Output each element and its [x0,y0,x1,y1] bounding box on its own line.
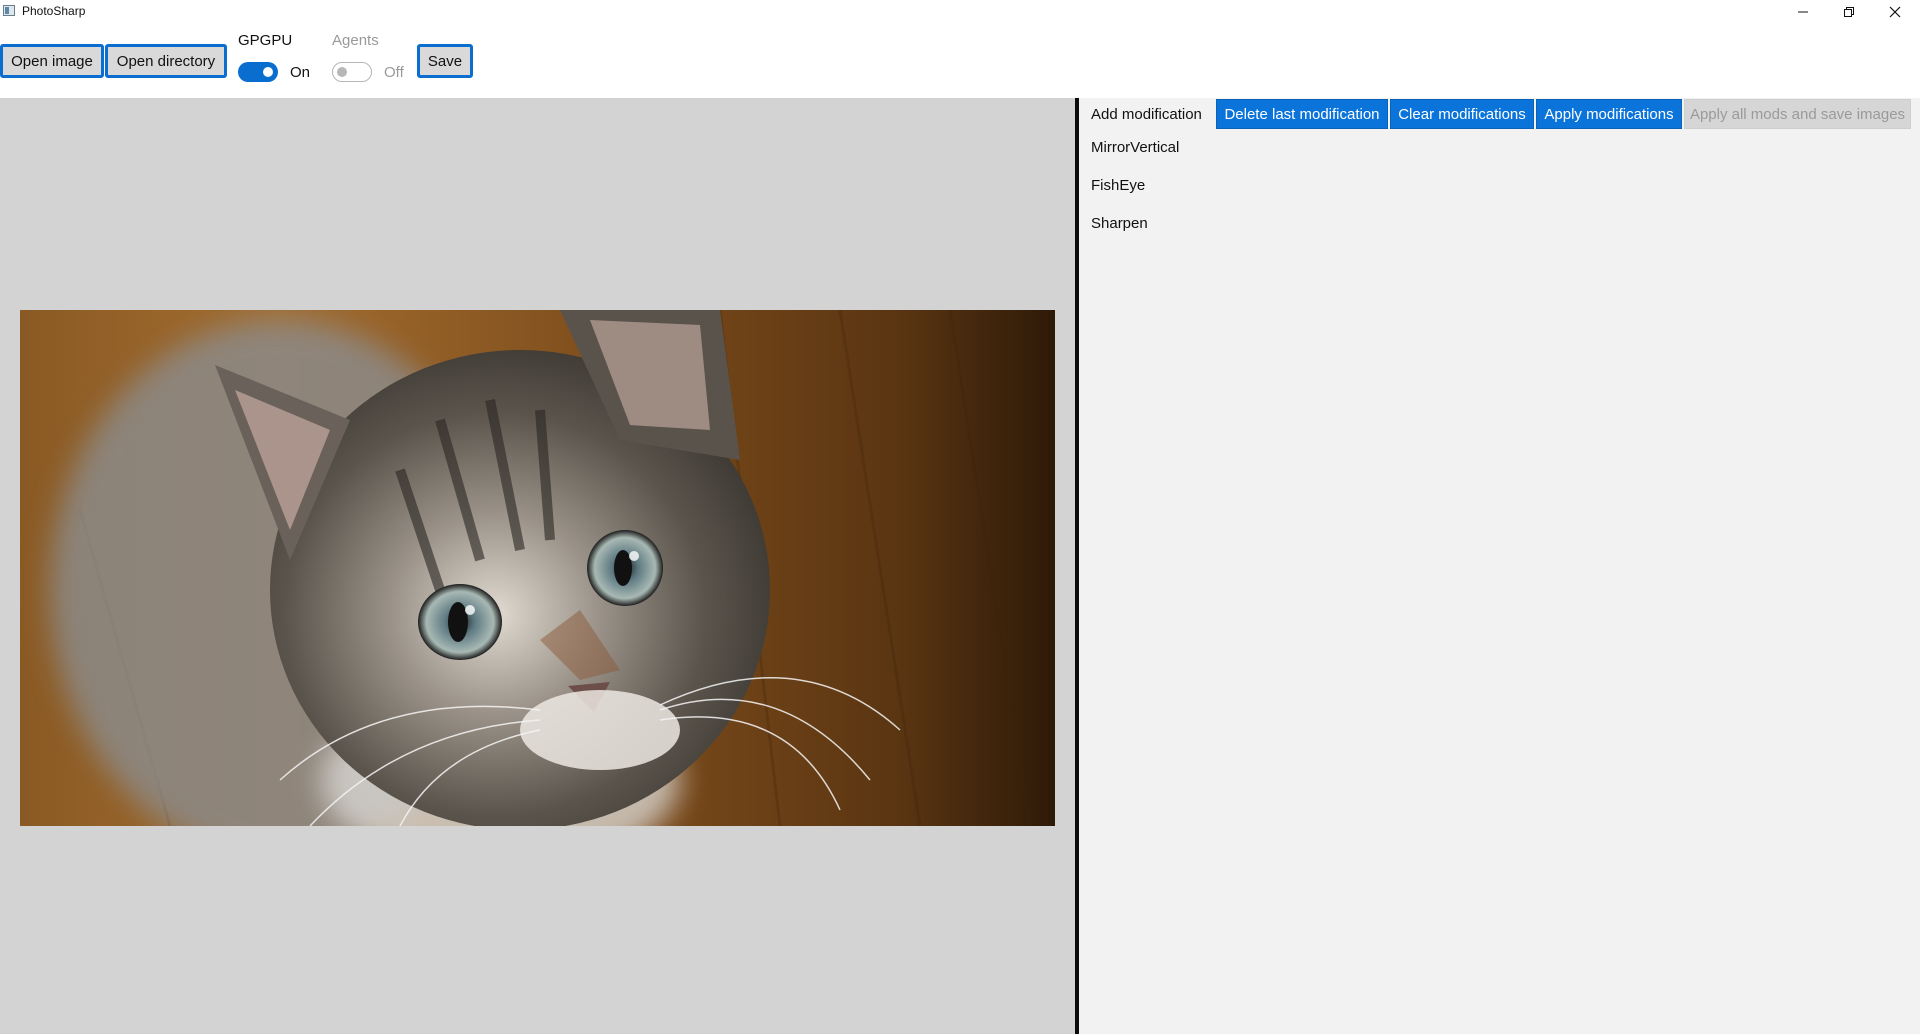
kitten-photo [20,310,1055,826]
add-modification-label[interactable]: Add modification [1091,106,1202,123]
toggle-knob [337,67,347,77]
minimize-button[interactable] [1780,0,1826,24]
agents-label: Agents [332,32,379,49]
delete-last-modification-button[interactable]: Delete last modification [1216,99,1388,129]
gpgpu-label: GPGPU [238,32,293,49]
modification-item[interactable]: FishEye [1091,177,1145,194]
minimize-icon [1798,11,1808,13]
close-button[interactable] [1872,0,1918,24]
restore-button[interactable] [1826,0,1872,24]
toggle-knob [263,67,273,77]
open-image-button[interactable]: Open image [0,44,104,78]
gpgpu-state: On [290,64,311,81]
title-bar: PhotoSharp [0,0,1920,24]
apply-all-and-save-button: Apply all mods and save images [1684,99,1911,129]
gpgpu-toggle[interactable] [238,62,278,82]
clear-modifications-button[interactable]: Clear modifications [1390,99,1534,129]
open-directory-button[interactable]: Open directory [105,44,227,78]
window-title: PhotoSharp [22,4,86,18]
modification-item[interactable]: Sharpen [1091,215,1148,232]
app-icon [3,5,15,16]
modifications-panel [1079,98,1920,1034]
restore-icon [1844,7,1854,17]
kitten-image [20,310,1055,826]
modification-item[interactable]: MirrorVertical [1091,139,1179,156]
agents-state: Off [384,64,404,81]
agents-toggle[interactable] [332,62,372,82]
close-icon [1889,6,1901,18]
apply-modifications-button[interactable]: Apply modifications [1536,99,1682,129]
save-button[interactable]: Save [417,44,473,78]
